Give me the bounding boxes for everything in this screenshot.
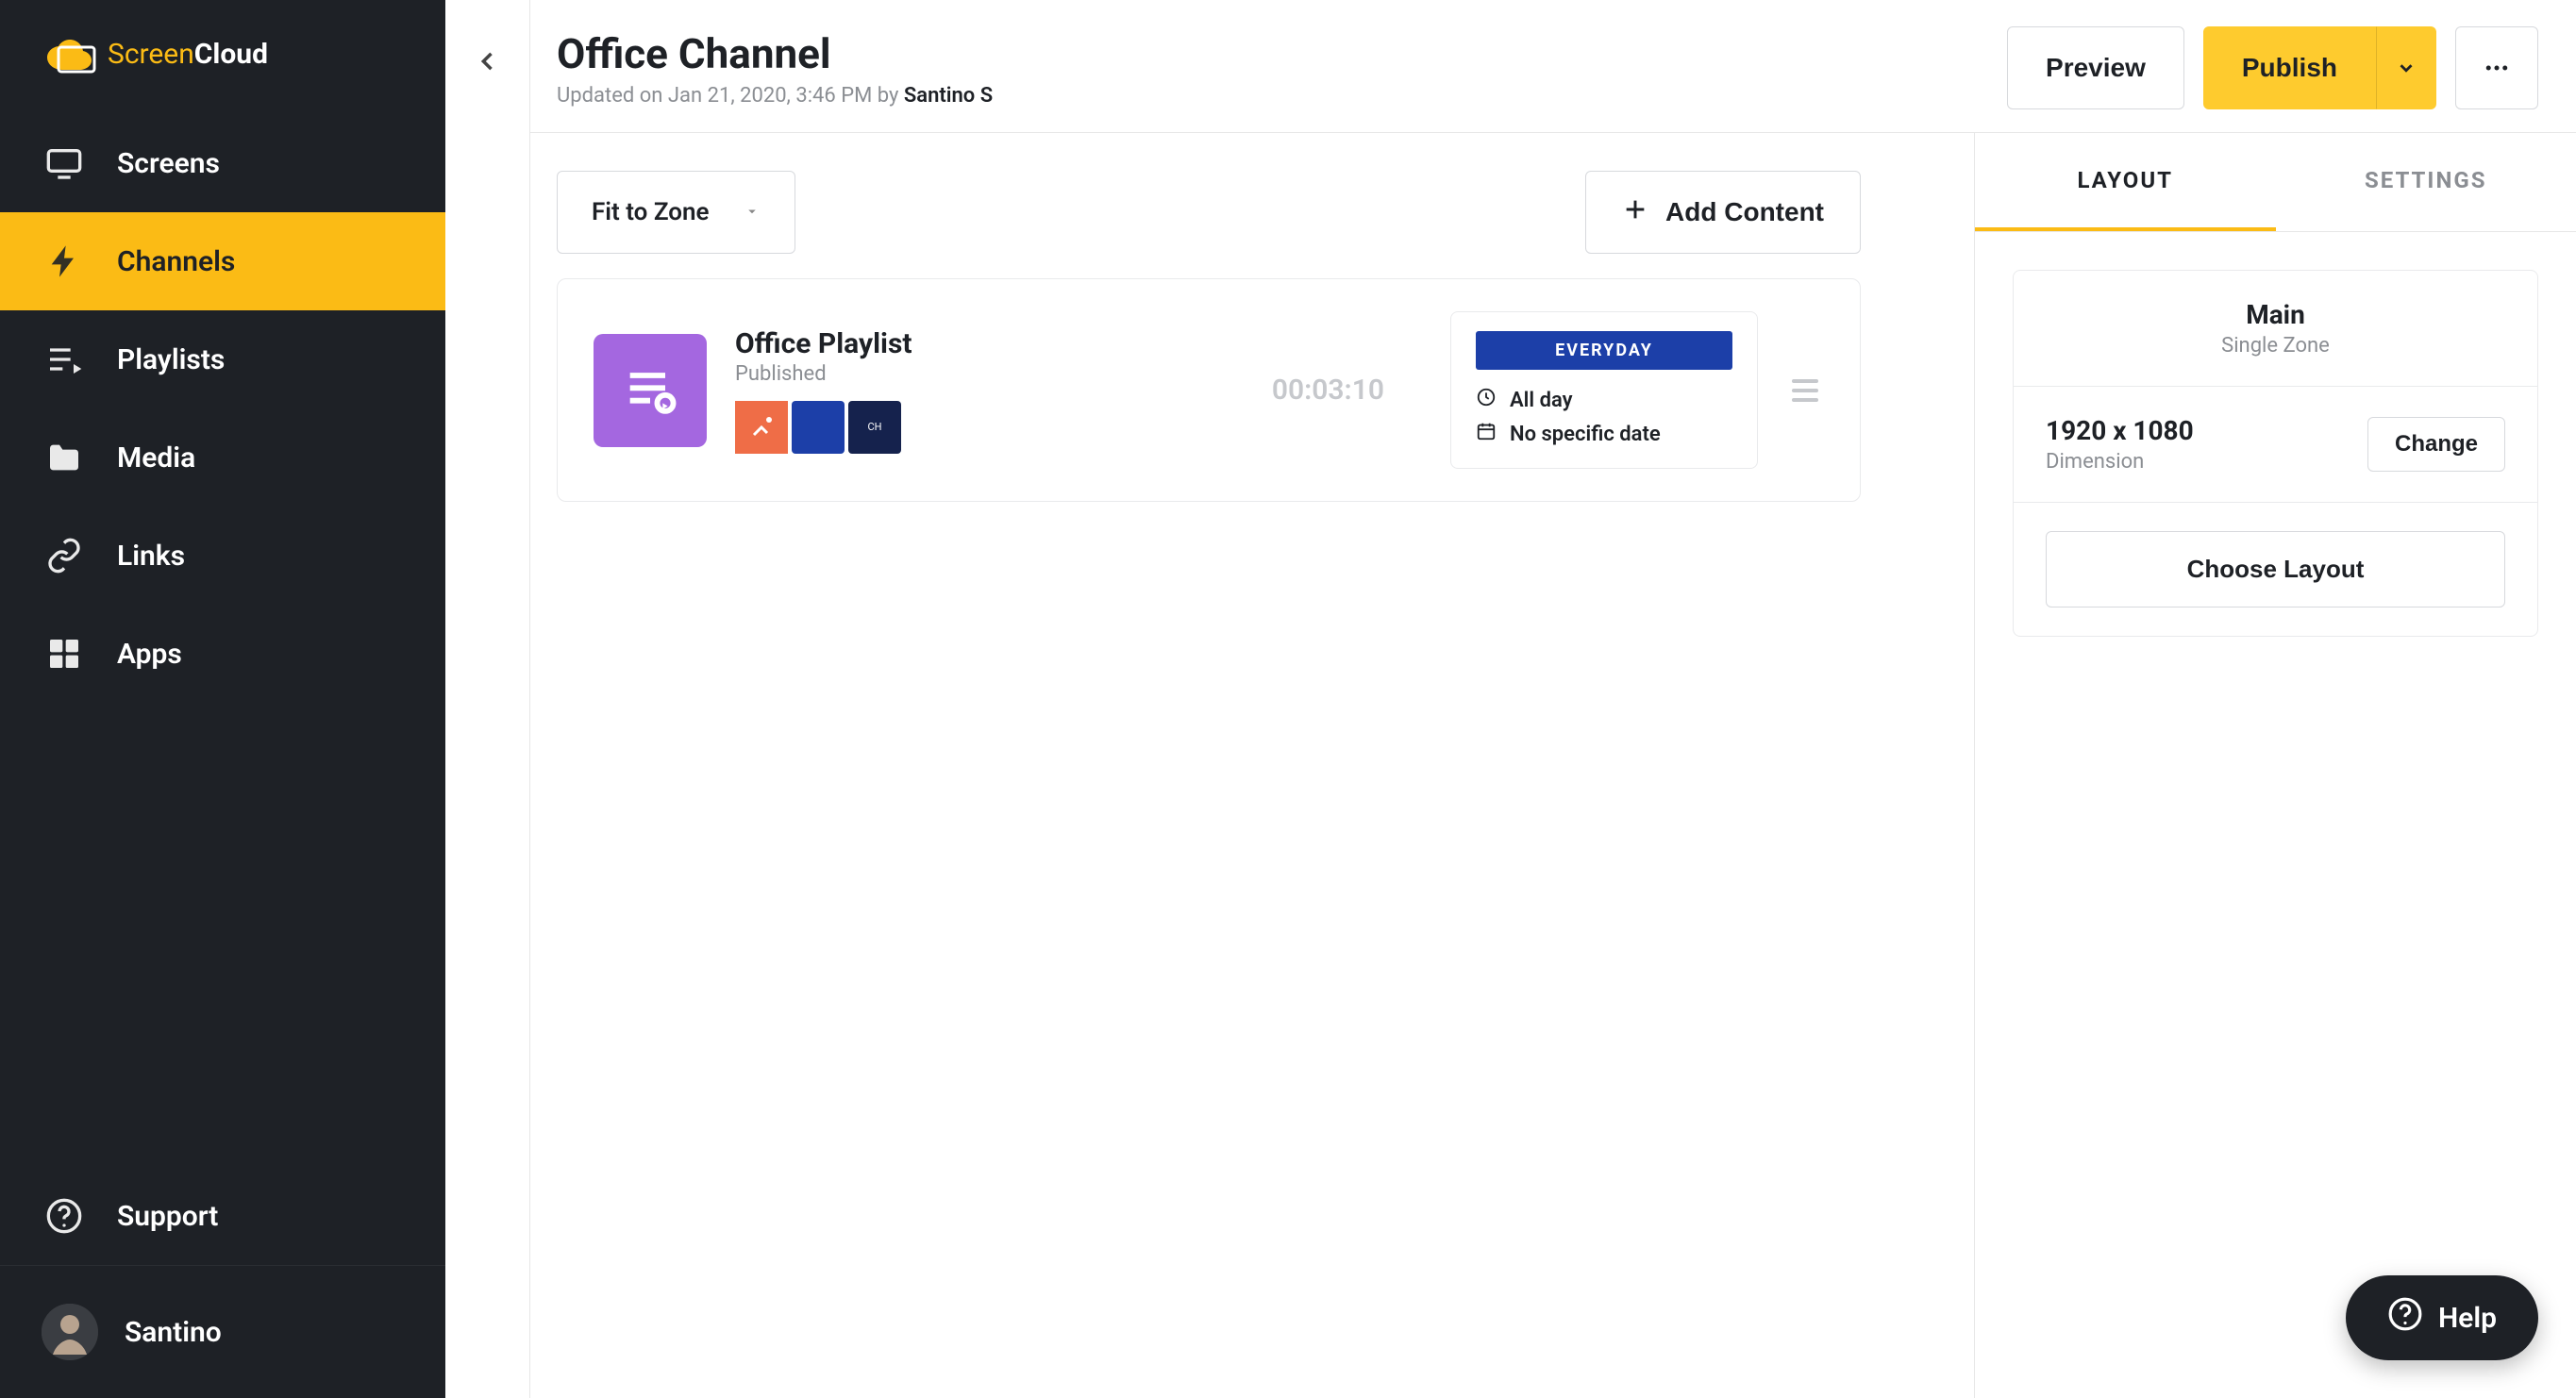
- calendar-icon: [1476, 421, 1497, 447]
- back-column: [445, 0, 530, 1398]
- tab-layout[interactable]: LAYOUT: [1975, 133, 2276, 231]
- sidebar-nav: Screens Channels Playlists Media: [0, 114, 445, 703]
- playlist-icon: [45, 341, 83, 378]
- plus-icon: [1622, 196, 1648, 229]
- folder-icon: [45, 439, 83, 476]
- help-badge-icon: [2387, 1296, 2423, 1340]
- fit-select-label: Fit to Zone: [592, 198, 710, 226]
- apps-icon: [45, 635, 83, 673]
- sidebar-item-apps[interactable]: Apps: [0, 605, 445, 703]
- user-row[interactable]: Santino: [0, 1265, 445, 1398]
- link-icon: [45, 537, 83, 574]
- bolt-icon: [45, 242, 83, 280]
- canvas: Fit to Zone Add Content: [530, 133, 1974, 1398]
- caret-down-icon: [744, 198, 761, 226]
- sidebar-item-channels[interactable]: Channels: [0, 212, 445, 310]
- publish-group: Publish: [2203, 26, 2436, 109]
- sidebar-item-media[interactable]: Media: [0, 408, 445, 507]
- logo[interactable]: ScreenCloud: [0, 0, 445, 114]
- publish-dropdown[interactable]: [2376, 26, 2436, 109]
- playlist-card[interactable]: Office Playlist Published CH 00:03:10: [557, 278, 1861, 502]
- sidebar-item-label: Screens: [117, 147, 220, 180]
- sidebar-item-links[interactable]: Links: [0, 507, 445, 605]
- thumb-2: [792, 401, 845, 454]
- sidebar-item-label: Media: [117, 441, 195, 474]
- sidebar: ScreenCloud Screens Channels Playlists: [0, 0, 445, 1398]
- page-subtitle: Updated on Jan 21, 2020, 3:46 PM by Sant…: [557, 84, 2007, 108]
- dimension-label: Dimension: [2046, 450, 2367, 474]
- more-button[interactable]: [2455, 26, 2538, 109]
- playlist-thumbs: CH: [735, 401, 1244, 454]
- logo-text: ScreenCloud: [108, 38, 268, 71]
- main: Office Channel Updated on Jan 21, 2020, …: [445, 0, 2576, 1398]
- clock-icon: [1476, 387, 1497, 413]
- sidebar-item-screens[interactable]: Screens: [0, 114, 445, 212]
- logo-icon: [45, 40, 91, 70]
- content-column: Office Channel Updated on Jan 21, 2020, …: [530, 0, 2576, 1398]
- add-content-button[interactable]: Add Content: [1585, 171, 1861, 254]
- sidebar-item-label: Playlists: [117, 343, 225, 376]
- schedule-nodate: No specific date: [1476, 421, 1732, 447]
- schedule-badge: EVERYDAY: [1476, 331, 1732, 370]
- fit-select[interactable]: Fit to Zone: [557, 171, 795, 254]
- sidebar-item-support[interactable]: Support: [0, 1167, 445, 1265]
- sidebar-item-label: Links: [117, 540, 185, 573]
- schedule-box[interactable]: EVERYDAY All day: [1450, 311, 1758, 469]
- schedule-allday: All day: [1476, 387, 1732, 413]
- help-icon: [45, 1197, 83, 1235]
- thumb-3: CH: [848, 401, 901, 454]
- tab-settings[interactable]: SETTINGS: [2276, 133, 2576, 231]
- dimension-value: 1920 x 1080: [2046, 415, 2367, 446]
- playlist-title: Office Playlist: [735, 327, 1244, 360]
- sidebar-item-label: Channels: [117, 245, 235, 278]
- back-button[interactable]: [470, 43, 506, 79]
- zone-type: Single Zone: [2046, 334, 2505, 358]
- monitor-icon: [45, 144, 83, 182]
- right-tabs: LAYOUT SETTINGS: [1975, 133, 2576, 232]
- layout-card: Main Single Zone 1920 x 1080 Dimension C…: [2013, 270, 2538, 637]
- choose-layout-button[interactable]: Choose Layout: [2046, 531, 2505, 607]
- help-widget[interactable]: Help: [2346, 1275, 2538, 1360]
- playlist-status: Published: [735, 362, 1244, 386]
- help-label: Help: [2438, 1302, 2497, 1335]
- page-title: Office Channel: [557, 29, 2007, 78]
- preview-button[interactable]: Preview: [2007, 26, 2184, 109]
- header: Office Channel Updated on Jan 21, 2020, …: [530, 0, 2576, 133]
- playlist-card-icon: [594, 334, 707, 447]
- avatar: [42, 1304, 98, 1360]
- publish-button[interactable]: Publish: [2203, 26, 2376, 109]
- drag-handle-icon[interactable]: [1786, 379, 1824, 402]
- user-name: Santino: [125, 1316, 222, 1349]
- sidebar-item-label: Apps: [117, 638, 182, 671]
- thumb-1: [735, 401, 788, 454]
- sidebar-item-playlists[interactable]: Playlists: [0, 310, 445, 408]
- right-panel: LAYOUT SETTINGS Main Single Zone 1920 x …: [1974, 133, 2576, 1398]
- add-content-label: Add Content: [1665, 197, 1824, 227]
- playlist-duration: 00:03:10: [1272, 374, 1384, 407]
- zone-name: Main: [2046, 299, 2505, 330]
- change-dimension-button[interactable]: Change: [2367, 417, 2505, 472]
- sidebar-item-label: Support: [117, 1200, 218, 1233]
